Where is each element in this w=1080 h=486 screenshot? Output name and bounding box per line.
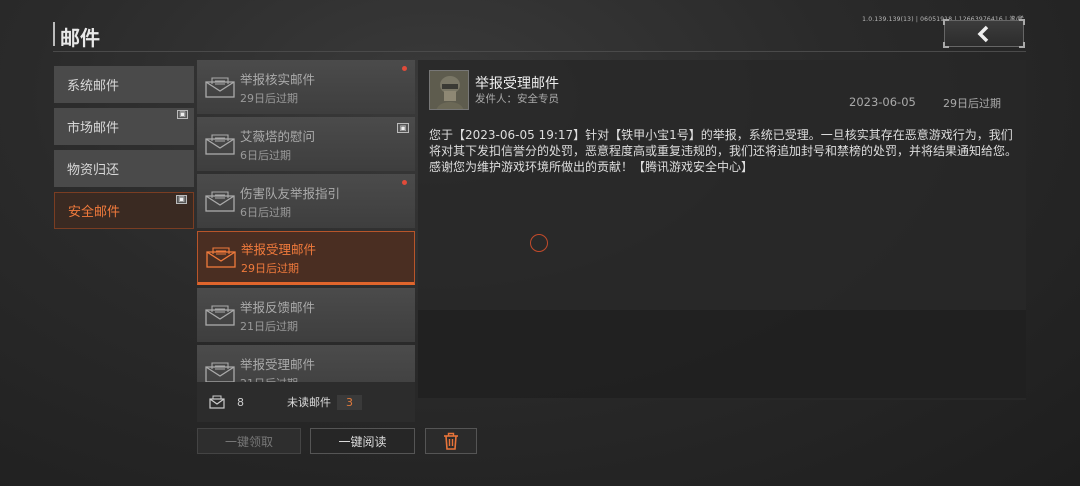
mail-item[interactable]: 举报核实邮件 29日后过期 (197, 60, 415, 114)
category-label: 市场邮件 (67, 121, 120, 136)
envelope-icon (205, 76, 235, 98)
mail-item-texts: 举报核实邮件 29日后过期 (240, 69, 315, 106)
claim-all-button[interactable]: 一键领取 (197, 428, 301, 454)
mail-item-texts: 举报受理邮件 29日后过期 (241, 239, 316, 276)
mail-detail-panel: 举报受理邮件 发件人：安全专员 2023-06-05 29日后过期 您于【202… (418, 60, 1026, 400)
category-list: 系统邮件市场邮件 ▣ 物资归还安全邮件 ▣ (54, 66, 194, 234)
read-all-button[interactable]: 一键阅读 (310, 428, 415, 454)
mail-item-title: 举报核实邮件 (240, 71, 316, 87)
back-button[interactable] (943, 19, 1025, 48)
mail-item-texts: 艾薇塔的慰问 6日后过期 (240, 126, 315, 163)
mail-item-title: 伤害队友举报指引 (240, 185, 341, 201)
category-2[interactable]: 物资归还 (54, 150, 194, 187)
title-divider (53, 51, 1026, 52)
category-label: 物资归还 (67, 163, 120, 178)
unread-dot (402, 180, 407, 185)
delete-button[interactable] (425, 428, 477, 454)
mail-date: 2023-06-05 (849, 95, 916, 109)
mail-item-expire: 6日后过期 (240, 148, 291, 162)
unread-dot (402, 66, 407, 71)
mail-list[interactable]: 举报核实邮件 29日后过期 艾薇塔的慰问 6日后过期 ▣ 伤害队友举报指引 6日后过期 举报受… (197, 60, 415, 422)
gift-icon: ▣ (177, 110, 188, 119)
mail-item[interactable]: 举报受理邮件 29日后过期 (197, 231, 415, 285)
category-1[interactable]: 市场邮件 ▣ (54, 108, 194, 145)
category-label: 系统邮件 (67, 79, 120, 94)
envelope-icon (205, 190, 235, 212)
chevron-left-icon (977, 25, 989, 42)
envelope-icon (205, 361, 235, 383)
mail-item-title: 举报受理邮件 (240, 356, 316, 372)
category-label: 安全邮件 (68, 205, 121, 220)
mail-item-title: 举报受理邮件 (241, 241, 317, 257)
mail-item-expire: 21日后过期 (240, 319, 298, 333)
envelope-icon (206, 246, 236, 268)
mailbox-icon (209, 395, 225, 409)
mail-list-footer: 8 未读邮件 3 (197, 382, 415, 422)
loading-ring (530, 234, 548, 252)
mail-item-texts: 伤害队友举报指引 6日后过期 (240, 183, 340, 220)
title-marker (53, 22, 55, 46)
mail-item[interactable]: 伤害队友举报指引 6日后过期 (197, 174, 415, 228)
gift-icon: ▣ (397, 123, 409, 133)
detail-lower-area (418, 310, 1026, 398)
mail-body: 您于【2023-06-05 19:17】针对【铁甲小宝1号】的举报，系统已受理。… (429, 128, 1018, 174)
mail-item-texts: 举报反馈邮件 21日后过期 (240, 297, 315, 334)
mail-item[interactable]: 艾薇塔的慰问 6日后过期 ▣ (197, 117, 415, 171)
category-0[interactable]: 系统邮件 (54, 66, 194, 103)
unread-count-badge: 3 (337, 394, 362, 410)
mail-item-expire: 29日后过期 (241, 261, 299, 275)
trash-icon (444, 432, 458, 450)
unread-label: 未读邮件 (287, 396, 331, 409)
envelope-icon (205, 304, 235, 326)
sender-avatar (429, 70, 469, 110)
gift-icon: ▣ (176, 195, 187, 204)
mail-title: 举报受理邮件 (475, 76, 559, 92)
category-3[interactable]: 安全邮件 ▣ (54, 192, 194, 229)
mail-item-title: 艾薇塔的慰问 (240, 128, 316, 144)
mail-sender: 发件人：安全专员 (475, 93, 559, 105)
mail-item-expire: 6日后过期 (240, 205, 291, 219)
mail-expire: 29日后过期 (943, 97, 1001, 110)
mail-item-title: 举报反馈邮件 (240, 299, 316, 315)
mail-count: 8 (237, 395, 244, 409)
envelope-icon (205, 133, 235, 155)
mail-item[interactable]: 举报反馈邮件 21日后过期 (197, 288, 415, 342)
page-title: 邮件 (60, 26, 100, 50)
mail-item-expire: 29日后过期 (240, 91, 298, 105)
